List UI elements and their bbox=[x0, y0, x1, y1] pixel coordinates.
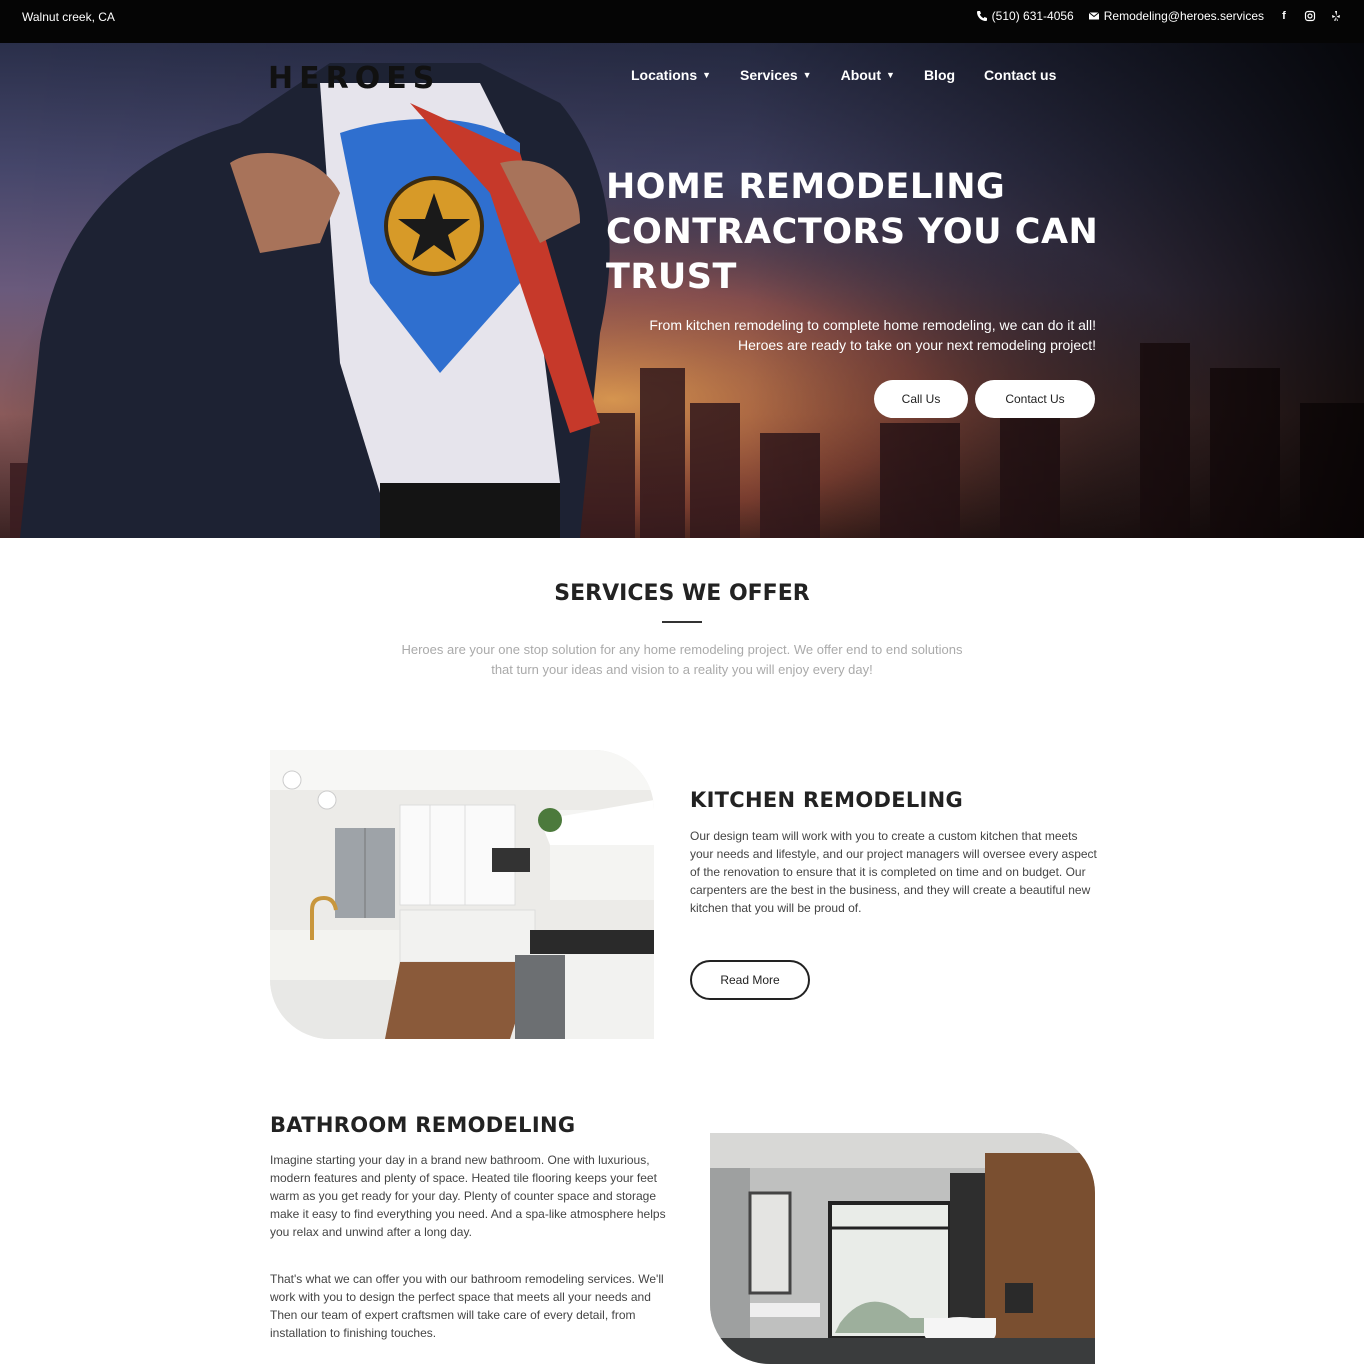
email-link[interactable]: Remodeling@heroes.services bbox=[1088, 9, 1264, 23]
kitchen-description: Our design team will work with you to cr… bbox=[690, 829, 1097, 915]
nav-contact[interactable]: Contact us bbox=[984, 67, 1056, 83]
bathroom-title: BATHROOM REMODELING bbox=[270, 1113, 576, 1137]
hero-title-line: HOME REMODELING bbox=[606, 167, 1006, 207]
nav-label: Contact us bbox=[984, 67, 1057, 83]
contact-us-button[interactable]: Contact Us bbox=[975, 380, 1095, 418]
nav-label: About bbox=[840, 67, 882, 83]
main-navigation: Locations ▼ Services ▼ About ▼ Blog Contact… bbox=[631, 67, 1056, 83]
hero-title: HOME REMODELING CONTRACTORS YOU CAN TRUS… bbox=[606, 165, 1126, 300]
nav-label: Locations bbox=[631, 67, 698, 83]
hero-subtitle: From kitchen remodeling to complete home… bbox=[649, 317, 1096, 353]
kitchen-title: KITCHEN REMODELING bbox=[690, 788, 964, 812]
nav-label: Services bbox=[740, 67, 798, 83]
bathroom-description: Imagine starting your day in a brand new… bbox=[270, 1153, 666, 1239]
nav-label: Blog bbox=[923, 67, 956, 83]
caret-down-icon: ▼ bbox=[702, 70, 712, 80]
phone-icon bbox=[976, 11, 987, 21]
contact-links: (510) 631-4056 Remodeling@heroes.service… bbox=[976, 9, 1342, 23]
hero-title-line: TRUST bbox=[606, 257, 737, 297]
caret-down-icon: ▼ bbox=[886, 70, 895, 80]
title-divider bbox=[662, 621, 702, 623]
facebook-icon[interactable]: f bbox=[1278, 10, 1290, 22]
kitchen-image bbox=[270, 750, 654, 1039]
location-text: Walnut creek, CA bbox=[22, 10, 115, 24]
hero-title-line: CONTRACTORS YOU CAN bbox=[606, 212, 1099, 252]
heroes-logo[interactable]: HEROES bbox=[268, 61, 440, 96]
services-title: SERVICES WE OFFER bbox=[554, 581, 810, 606]
services-description: Heroes are your one stop solution for an… bbox=[401, 642, 963, 677]
caret-down-icon: ▼ bbox=[802, 70, 812, 80]
mail-icon bbox=[1088, 12, 1100, 20]
hero-section: HEROES Locations ▼ Services ▼ About ▼ Blog … bbox=[0, 43, 1364, 538]
top-info-bar: Walnut creek, CA (510) 631-4056 Remodeli… bbox=[0, 0, 1364, 43]
nav-services[interactable]: Services ▼ bbox=[740, 67, 812, 83]
yelp-icon[interactable] bbox=[1330, 10, 1342, 22]
phone-link[interactable]: (510) 631-4056 bbox=[976, 9, 1074, 23]
call-us-button[interactable]: Call Us bbox=[874, 380, 968, 418]
phone-number: (510) 631-4056 bbox=[991, 9, 1074, 23]
bathroom-description-2: That's what we can offer you with our ba… bbox=[270, 1272, 664, 1340]
nav-locations[interactable]: Locations ▼ bbox=[631, 67, 711, 83]
bathroom-image bbox=[710, 1133, 1095, 1364]
read-more-button[interactable]: Read More bbox=[690, 960, 810, 1000]
instagram-icon[interactable] bbox=[1304, 10, 1316, 22]
nav-about[interactable]: About ▼ bbox=[841, 67, 895, 83]
nav-blog[interactable]: Blog bbox=[924, 67, 955, 83]
email-address: Remodeling@heroes.services bbox=[1103, 9, 1264, 23]
